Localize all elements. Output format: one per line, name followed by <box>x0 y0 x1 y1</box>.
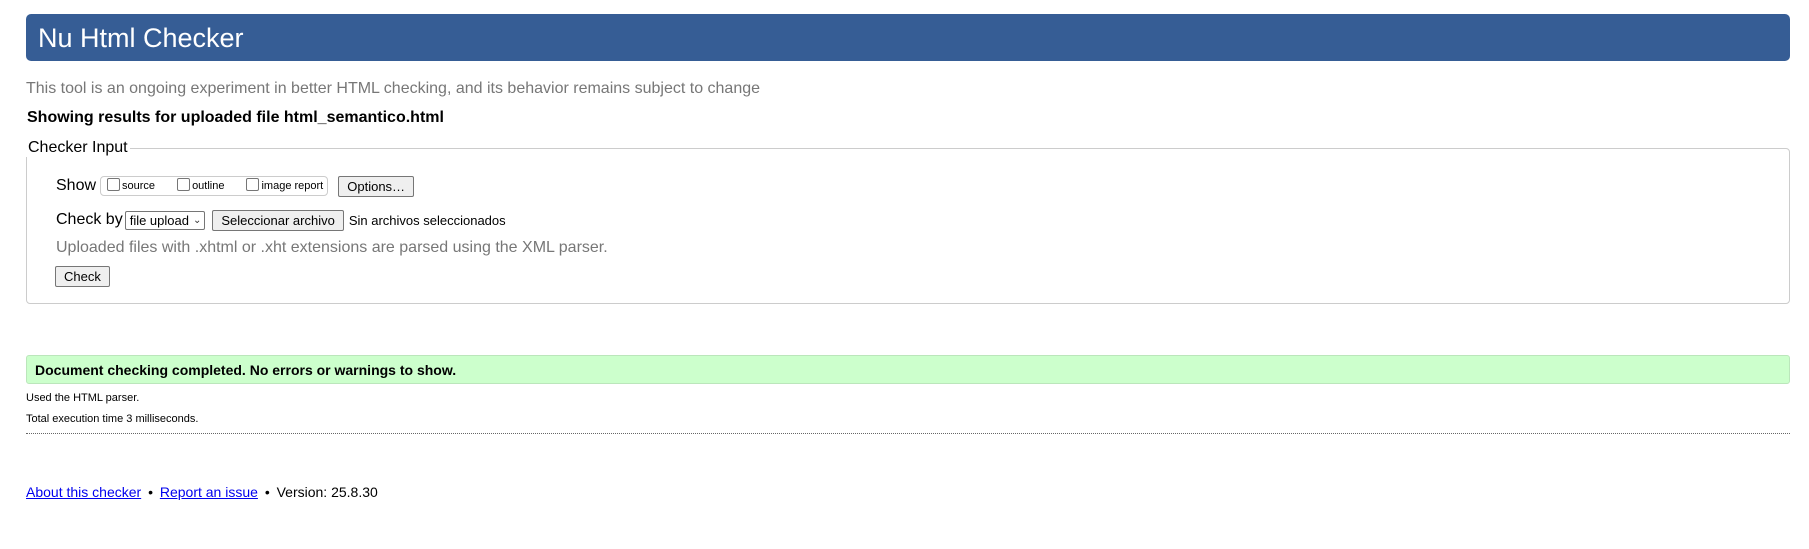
parser-info: Used the HTML parser. <box>26 392 140 404</box>
timing-info: Total execution time 3 milliseconds. <box>26 413 199 425</box>
results-heading: Showing results for uploaded file html_s… <box>27 109 444 126</box>
show-label: Show <box>56 177 97 194</box>
check-by-select[interactable]: file upload ⌄ <box>124 210 206 230</box>
options-button[interactable]: Options… <box>338 175 415 197</box>
success-message-box: Document checking completed. No errors o… <box>26 355 1790 384</box>
footer-separator: • <box>148 484 153 500</box>
version-text: Version: 25.8.30 <box>276 484 378 500</box>
report-issue-link[interactable]: Report an issue <box>160 484 258 500</box>
check-by-select-value: file upload <box>129 212 189 228</box>
file-status: Sin archivos seleccionados <box>348 212 506 228</box>
source-checkbox[interactable] <box>107 177 121 191</box>
footer: About this checker • Report an issue • V… <box>26 484 378 500</box>
header-banner: Nu Html Checker <box>26 14 1790 61</box>
xml-parser-note: Uploaded files with .xhtml or .xht exten… <box>56 239 608 256</box>
divider <box>26 433 1790 434</box>
page: Nu Html Checker This tool is an ongoing … <box>0 0 1809 549</box>
tool-description: This tool is an ongoing experiment in be… <box>26 80 761 97</box>
outline-checkbox-label[interactable]: outline <box>192 180 224 192</box>
choose-file-button[interactable]: Seleccionar archivo <box>212 209 344 231</box>
image-report-checkbox-label[interactable]: image report <box>261 180 323 192</box>
show-checkbox-group: source outline image report <box>100 176 329 196</box>
source-checkbox-label[interactable]: source <box>122 180 155 192</box>
success-message: Document checking completed. No errors o… <box>35 362 457 378</box>
image-report-checkbox[interactable] <box>246 177 260 191</box>
about-checker-link[interactable]: About this checker <box>26 484 141 500</box>
check-by-label: Check by <box>56 211 123 228</box>
page-title: Nu Html Checker <box>38 23 244 53</box>
chevron-down-icon: ⌄ <box>192 214 202 226</box>
checker-input-legend: Checker Input <box>26 139 130 157</box>
check-by-row: Check by file upload ⌄ Seleccionar archi… <box>56 209 506 231</box>
footer-separator: • <box>264 484 270 500</box>
check-button[interactable]: Check <box>55 266 110 287</box>
show-options-row: Show source outline image report Options… <box>56 175 415 197</box>
outline-checkbox[interactable] <box>177 177 191 191</box>
